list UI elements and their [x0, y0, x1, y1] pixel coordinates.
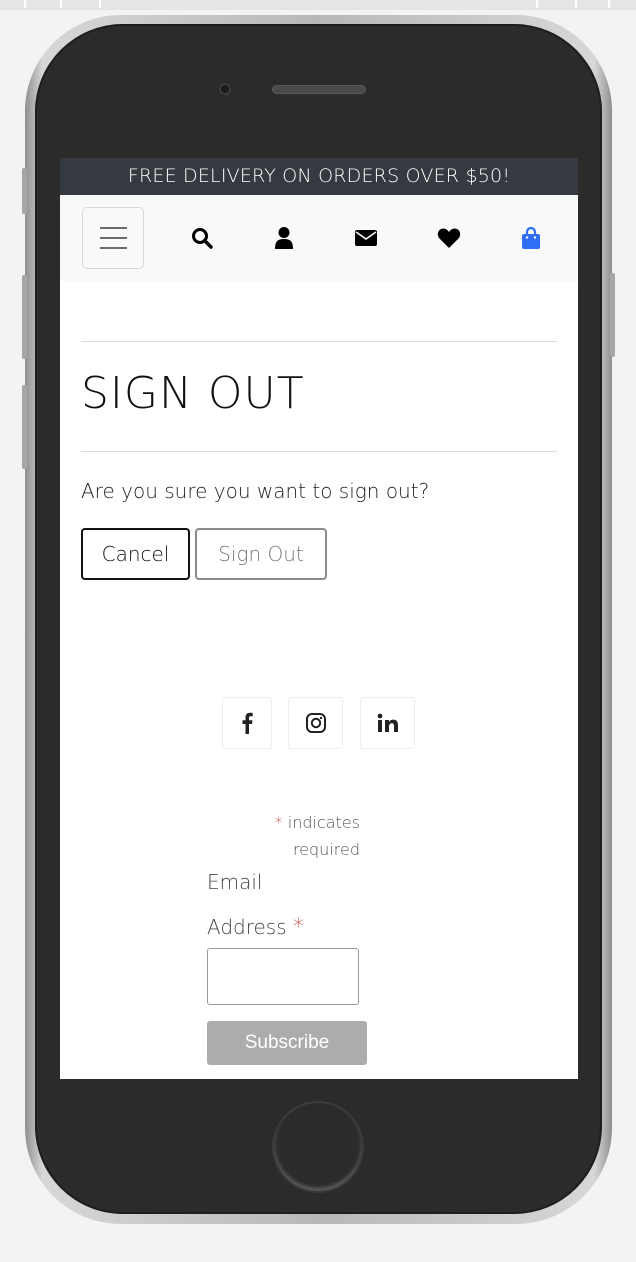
sign-out-button[interactable]: Sign Out — [195, 528, 327, 580]
phone-speaker — [272, 85, 366, 94]
search-icon[interactable] — [190, 225, 214, 251]
instagram-link[interactable] — [288, 697, 343, 749]
email-input[interactable] — [207, 948, 359, 1005]
linkedin-link[interactable] — [360, 697, 415, 749]
heart-icon[interactable] — [437, 225, 461, 251]
menu-icon — [100, 247, 127, 249]
strip-tick — [608, 0, 610, 8]
phone-volume-down — [22, 385, 27, 469]
strip-tick — [24, 0, 26, 8]
page-title: SIGN OUT — [81, 368, 305, 419]
phone-home-button[interactable] — [272, 1101, 364, 1193]
navbar — [60, 195, 578, 281]
phone-power-button — [610, 273, 615, 357]
linkedin-icon — [377, 713, 398, 732]
strip-tick — [99, 0, 101, 8]
required-note-text: indicates required — [287, 813, 360, 859]
menu-icon — [100, 227, 127, 229]
divider — [81, 451, 557, 452]
required-star: * — [274, 813, 283, 832]
user-icon[interactable] — [272, 225, 296, 251]
strip-tick — [60, 0, 62, 8]
phone-screen: FREE DELIVERY ON ORDERS OVER $50! SIGN O… — [60, 158, 578, 1079]
strip-tick — [575, 0, 577, 8]
phone-volume-up — [22, 275, 27, 359]
facebook-link[interactable] — [222, 697, 272, 749]
required-note: * indicates required — [260, 809, 360, 863]
menu-icon — [100, 237, 127, 239]
cancel-button[interactable]: Cancel — [81, 528, 190, 580]
phone-mute-switch — [22, 168, 27, 214]
email-label-text: Email Address — [207, 870, 287, 939]
envelope-icon[interactable] — [354, 225, 378, 251]
subscribe-button[interactable]: Subscribe — [207, 1021, 367, 1065]
instagram-icon — [305, 713, 326, 733]
email-required-star: * — [293, 915, 305, 940]
email-label: Email Address * — [207, 860, 347, 950]
signout-question: Are you sure you want to sign out? — [81, 479, 430, 503]
browser-top-strip — [0, 0, 636, 10]
main-content: SIGN OUT Are you sure you want to sign o… — [60, 281, 578, 509]
facebook-icon — [242, 712, 253, 734]
menu-toggle-button[interactable] — [82, 207, 144, 269]
shopping-bag-icon[interactable] — [519, 225, 543, 251]
strip-tick — [536, 0, 538, 8]
delivery-banner: FREE DELIVERY ON ORDERS OVER $50! — [60, 158, 578, 195]
phone-camera — [219, 83, 231, 95]
